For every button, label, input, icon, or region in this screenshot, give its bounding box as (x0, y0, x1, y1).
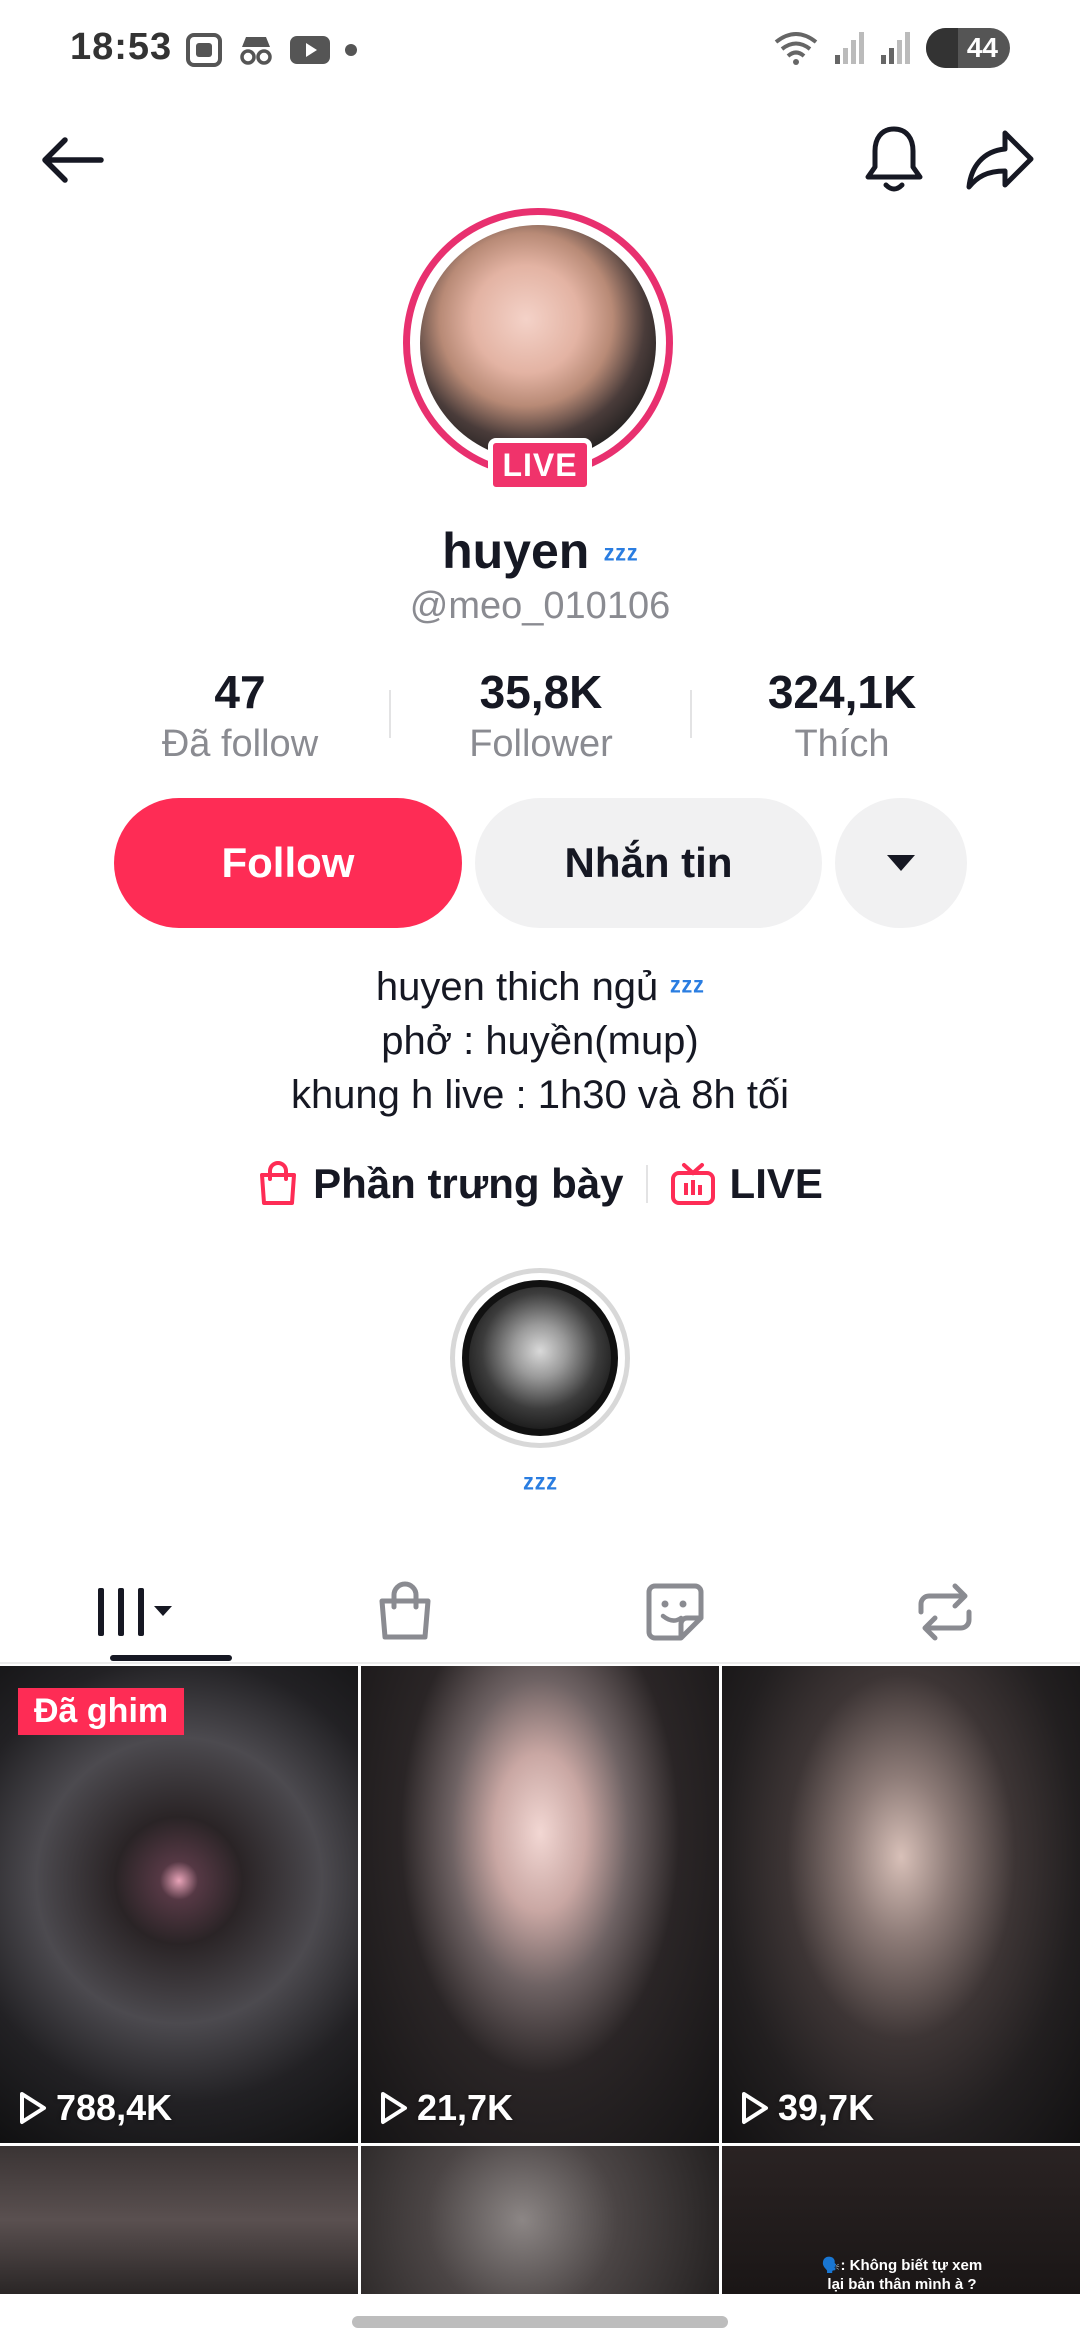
showcase-label: Phần trưng bày (313, 1160, 624, 1207)
notification-bell-button[interactable] (854, 118, 934, 198)
home-indicator[interactable] (352, 2316, 728, 2328)
highlight-thumbnail (462, 1280, 618, 1436)
video-caption-line: 🗣️: Không biết tự xem (821, 2257, 983, 2274)
caret-down-icon (887, 855, 915, 871)
profile-links: Phần trưng bày LIVE (0, 1160, 1080, 1208)
play-icon (381, 2092, 407, 2124)
more-options-button[interactable] (835, 798, 967, 928)
tab-stickers[interactable] (540, 1560, 810, 1664)
sleep-emoji: ᶻᶻᶻ (603, 539, 638, 575)
video-thumbnail[interactable]: 21,7K (361, 1666, 719, 2143)
share-button[interactable] (960, 120, 1040, 200)
signal-1-icon (835, 32, 864, 64)
live-badge[interactable]: LIVE (488, 438, 592, 492)
bio-line-3: khung h live : 1h30 và 8h tối (290, 1073, 790, 1117)
play-icon (742, 2092, 768, 2124)
grid-icon (98, 1588, 172, 1636)
profile-name: huyen (442, 523, 590, 579)
shopping-bag-icon (260, 1161, 297, 1205)
status-notification-icons (185, 30, 357, 70)
video-thumbnail[interactable] (361, 2146, 719, 2294)
share-icon (966, 130, 1034, 190)
avatar (420, 225, 656, 461)
bell-icon (865, 126, 923, 192)
bio-line-1: huyen thich ngủ ᶻᶻᶻ (0, 965, 1080, 1010)
video-view-count: 788,4K (56, 2087, 173, 2128)
battery-indicator: 44 (926, 28, 1010, 68)
stat-following-label: Đã follow (161, 723, 319, 765)
arrow-left-icon (42, 137, 104, 183)
follow-button[interactable]: Follow (114, 798, 462, 928)
tab-reposts[interactable] (810, 1560, 1080, 1664)
live-link-label: LIVE (729, 1160, 823, 1207)
content-tabs (0, 1560, 1080, 1664)
play-icon (20, 2092, 46, 2124)
video-thumbnail[interactable]: 🗣️: Không biết tự xem lại bản thân mình … (722, 2146, 1080, 2294)
video-caption-line: lại bản thân mình à ? (827, 2276, 977, 2293)
profile-name-row: huyen ᶻᶻᶻ (0, 522, 1080, 580)
tab-shop[interactable] (270, 1560, 540, 1664)
video-views: 21,7K (379, 2087, 513, 2129)
video-caption: 🗣️: Không biết tự xem lại bản thân mình … (772, 2256, 1032, 2294)
stat-likes-label: Thích (794, 723, 890, 765)
notification-dot-icon (345, 44, 357, 56)
video-thumbnail[interactable]: Đã ghim 788,4K (0, 1666, 358, 2143)
sleep-emoji: ᶻᶻᶻ (522, 1468, 558, 1504)
showcase-link[interactable]: Phần trưng bày (257, 1160, 624, 1208)
live-link[interactable]: LIVE (670, 1160, 823, 1208)
story-highlight[interactable] (450, 1268, 630, 1448)
highlight-label: ᶻᶻᶻ (0, 1468, 1080, 1505)
shopping-bag-icon (379, 1581, 431, 1640)
video-view-count: 39,7K (778, 2087, 875, 2128)
links-divider (645, 1165, 648, 1203)
stat-following-value: 47 (214, 666, 266, 718)
wifi-icon (774, 32, 818, 65)
video-view-count: 21,7K (417, 2087, 514, 2128)
status-system-icons: 44 (774, 28, 1010, 68)
bio-text-1: huyen thich ngủ (375, 965, 659, 1009)
active-tab-indicator (110, 1655, 232, 1661)
stat-likes[interactable]: 324,1K Thích (692, 665, 992, 766)
incognito-icon (240, 37, 272, 65)
video-views: 788,4K (18, 2087, 172, 2129)
profile-handle: @meo_010106 (409, 585, 671, 627)
repost-icon (918, 1583, 972, 1641)
sticker-icon (646, 1583, 704, 1641)
video-thumbnail[interactable]: 39,7K (722, 1666, 1080, 2143)
sleep-emoji: ᶻᶻᶻ (669, 971, 705, 1007)
tabs-divider (0, 1662, 1080, 1664)
screenshot-icon (186, 33, 222, 67)
status-time: 18:53 (70, 26, 173, 68)
stat-followers-value: 35,8K (479, 666, 603, 718)
tab-videos[interactable] (0, 1560, 270, 1664)
tv-icon (670, 1163, 715, 1205)
stat-followers[interactable]: 35,8K Follower (391, 665, 691, 766)
stat-likes-value: 324,1K (767, 666, 917, 718)
stat-followers-label: Follower (469, 723, 613, 765)
message-button[interactable]: Nhắn tin (475, 798, 822, 928)
bio-line-2: phở : huyền(mup) (381, 1019, 699, 1063)
battery-level: 44 (966, 32, 998, 63)
youtube-icon (290, 36, 330, 64)
video-views: 39,7K (740, 2087, 874, 2129)
video-thumbnail[interactable] (0, 2146, 358, 2294)
pinned-badge: Đã ghim (18, 1688, 185, 1735)
signal-2-icon (881, 32, 910, 64)
back-button[interactable] (32, 120, 112, 200)
stat-following[interactable]: 47 Đã follow (90, 665, 390, 766)
